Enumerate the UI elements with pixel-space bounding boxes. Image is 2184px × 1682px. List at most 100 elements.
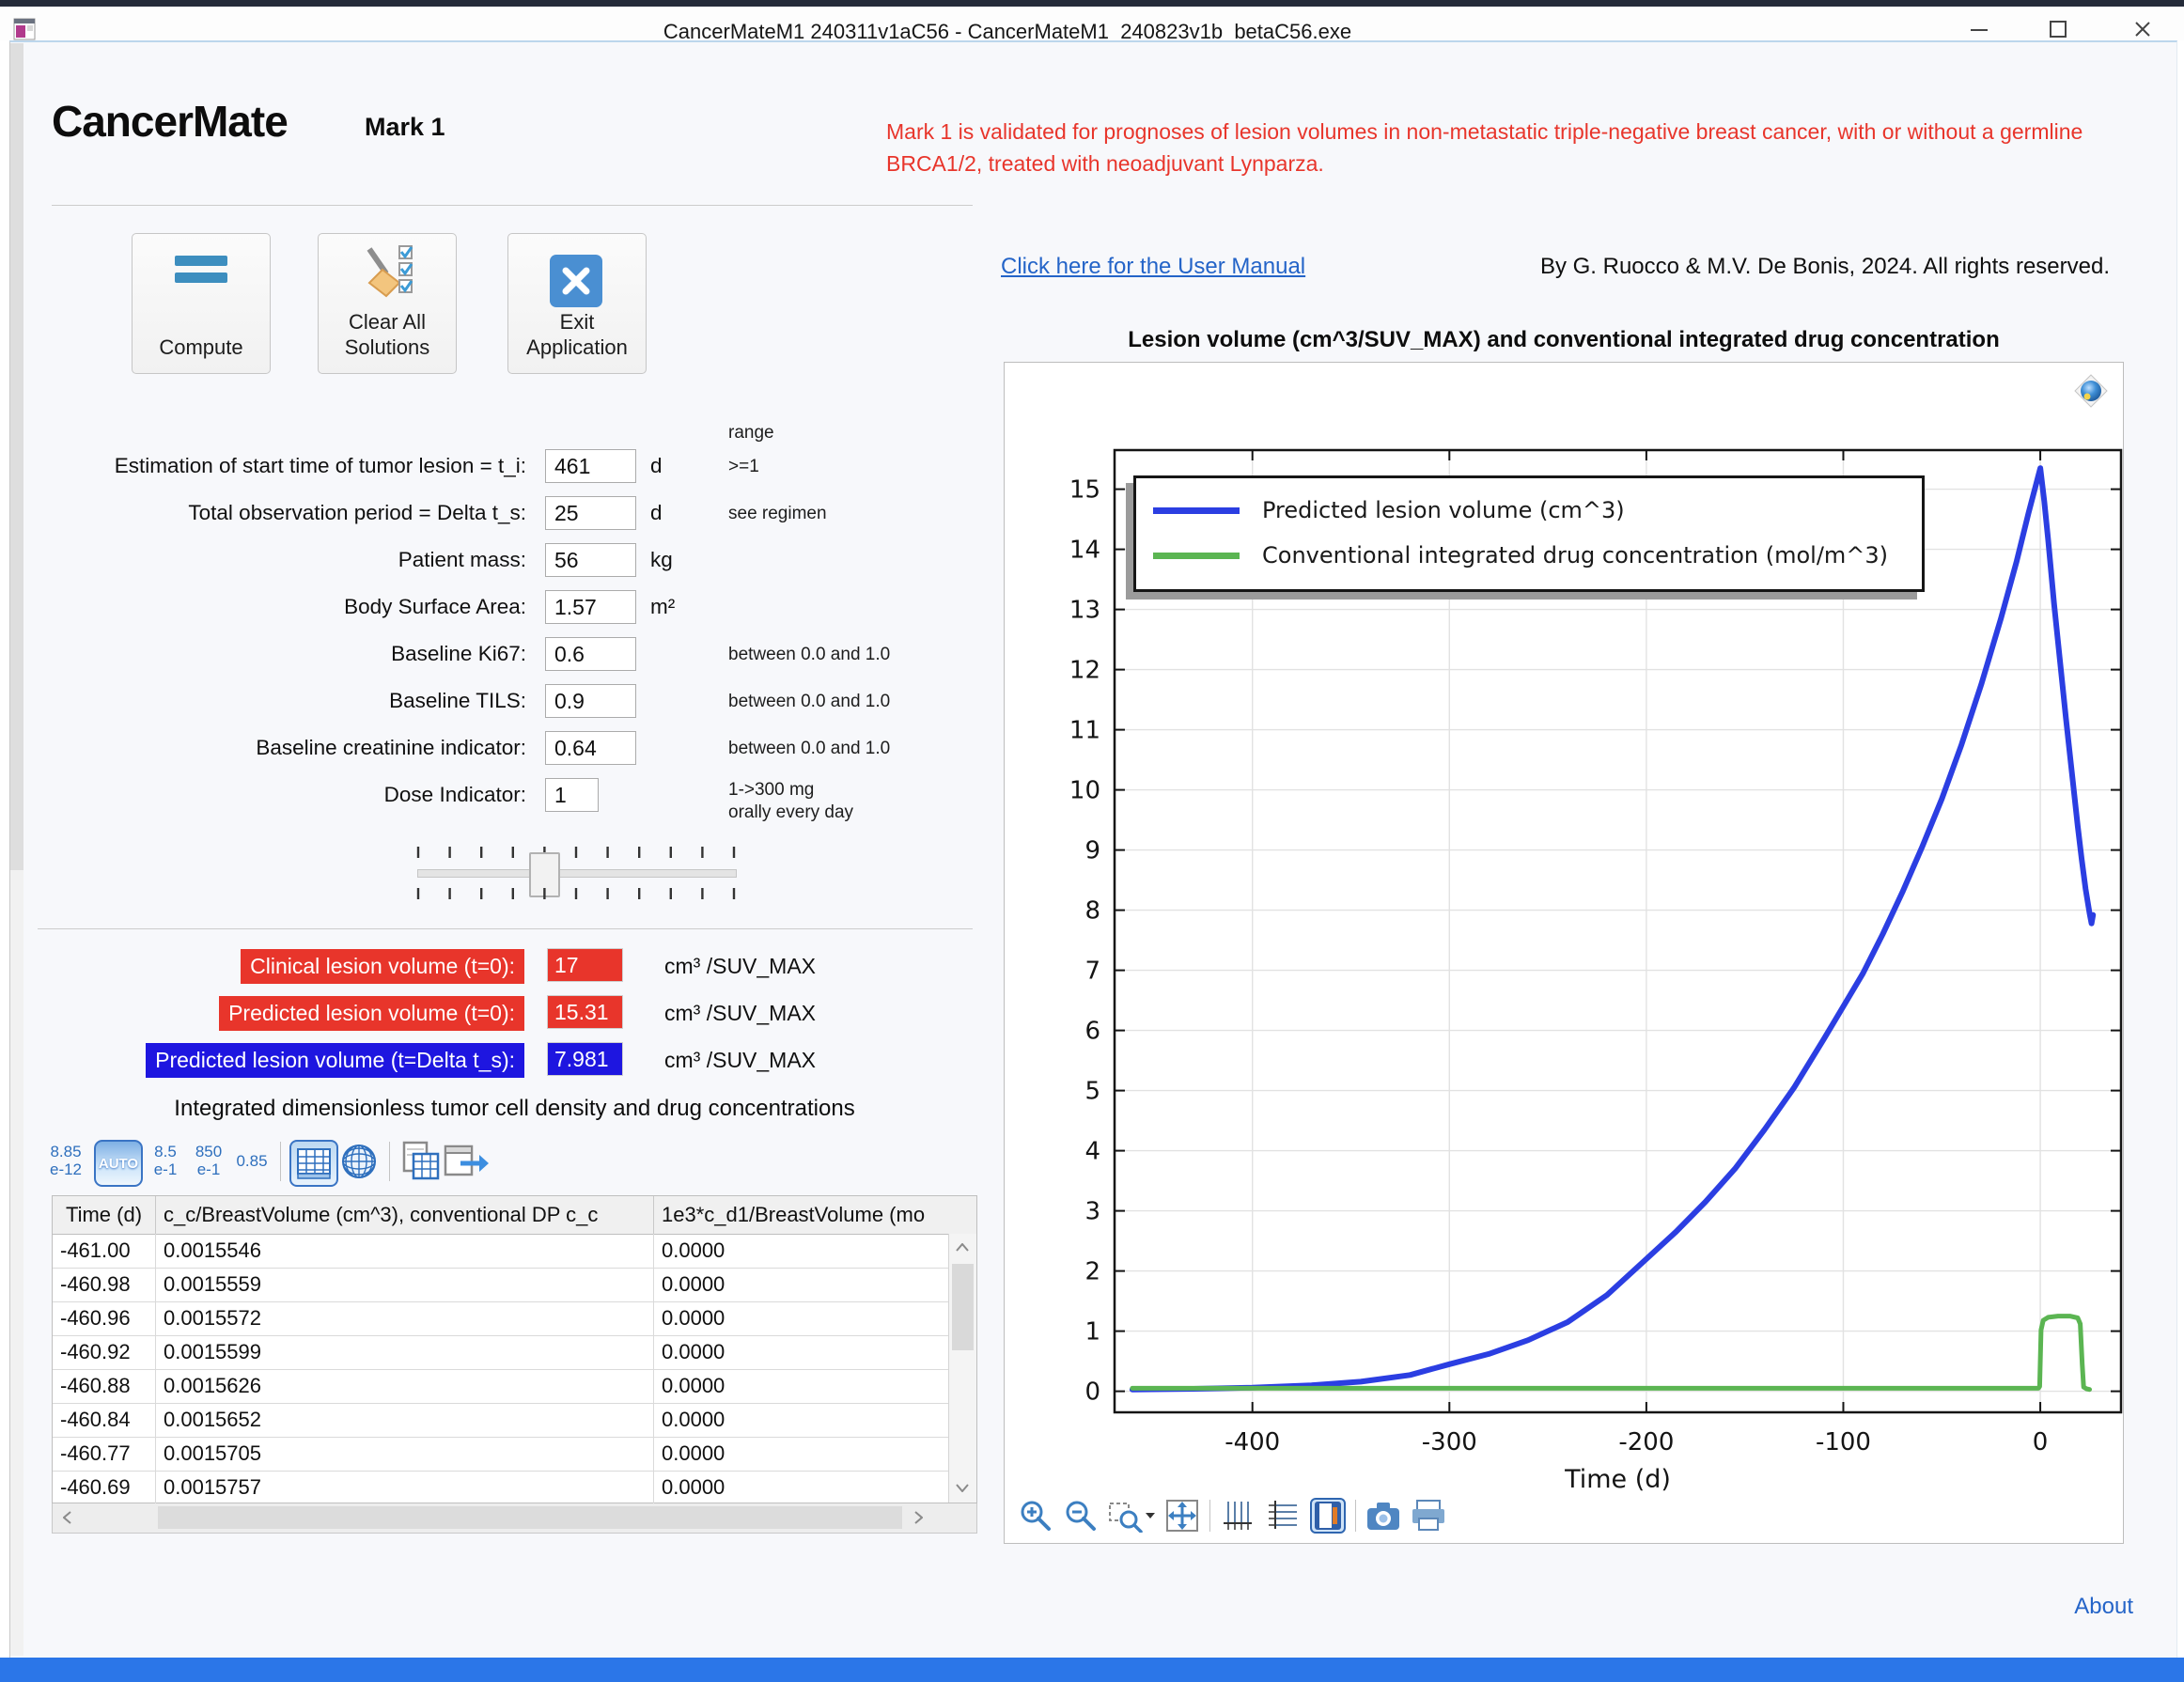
slider-track[interactable] — [417, 869, 737, 878]
toolbar-separator — [280, 1142, 281, 1181]
comsol-icon[interactable] — [2074, 374, 2108, 413]
camera-icon — [1365, 1499, 1401, 1533]
x-grid-icon — [1221, 1499, 1255, 1533]
svg-text:14: 14 — [1069, 537, 1100, 565]
window-scrollbar-thumb[interactable] — [10, 43, 23, 870]
validation-note: Mark 1 is validated for prognoses of les… — [886, 116, 2117, 179]
table-cell: 0.0015599 — [156, 1335, 654, 1369]
svg-text:6: 6 — [1084, 1018, 1100, 1046]
printer-icon — [1411, 1499, 1446, 1533]
precision-button-1[interactable]: 8.85 e-12 — [43, 1143, 88, 1178]
table-hscroll-thumb[interactable] — [158, 1506, 902, 1529]
col-header-time: Time (d) — [53, 1196, 156, 1234]
scroll-up-icon[interactable] — [949, 1236, 975, 1258]
table-cell: 0.0000 — [654, 1301, 948, 1335]
scroll-right-icon[interactable] — [906, 1505, 930, 1530]
x-square-icon — [508, 255, 646, 309]
window-scrollbar[interactable] — [10, 43, 23, 1656]
table-cell: 0.0015572 — [156, 1301, 654, 1335]
precision-button-3[interactable]: 850 e-1 — [186, 1143, 231, 1178]
compute-button[interactable]: Compute — [132, 233, 271, 374]
table-row: -460.84 0.0015652 0.0000 — [53, 1403, 948, 1438]
globe-icon — [340, 1143, 378, 1180]
table-header-row: Time (d) c_c/BreastVolume (cm^3), conven… — [53, 1196, 976, 1235]
about-link[interactable]: About — [2074, 1594, 2133, 1620]
bottom-edge-strip — [0, 1658, 2184, 1682]
clear-all-solutions-button[interactable]: Clear All Solutions — [318, 233, 457, 374]
fit-view-icon — [1165, 1499, 1199, 1533]
print-button[interactable] — [1411, 1498, 1446, 1534]
zoom-box-button[interactable] — [1108, 1498, 1155, 1534]
legend-label: Conventional integrated drug concentrati… — [1262, 542, 1888, 568]
copy-table-button[interactable] — [398, 1140, 444, 1183]
col-header-cc: c_c/BreastVolume (cm^3), conventional DP… — [156, 1196, 654, 1234]
table-row: -460.96 0.0015572 0.0000 — [53, 1301, 948, 1336]
exit-application-button[interactable]: Exit Application — [507, 233, 647, 374]
bsa-input[interactable]: 1.57 — [545, 590, 636, 624]
dose-input[interactable]: 1 — [545, 778, 599, 812]
svg-text:0: 0 — [1084, 1378, 1100, 1407]
caret-down-icon — [1146, 1513, 1155, 1518]
precision-button-2[interactable]: 8.5 e-1 — [143, 1143, 188, 1178]
fit-view-button[interactable] — [1164, 1498, 1200, 1534]
table-cell: 0.0015705 — [156, 1437, 654, 1471]
svg-text:0: 0 — [2033, 1428, 2049, 1456]
table-cell: -461.00 — [53, 1234, 156, 1268]
app-window: CancerMateM1 240311v1aC56 - CancerMateM1… — [0, 0, 2184, 1682]
top-edge-strip — [0, 0, 2184, 7]
table-row: -461.00 0.0015546 0.0000 — [53, 1234, 948, 1269]
ki67-range: between 0.0 and 1.0 — [728, 645, 890, 665]
table-horizontal-scrollbar[interactable] — [52, 1503, 977, 1534]
ki67-input[interactable]: 0.6 — [545, 637, 636, 671]
precision-top: 850 — [186, 1143, 231, 1160]
y-grid-button[interactable] — [1265, 1498, 1301, 1534]
predicted-volume-dts-unit: cm³ /SUV_MAX — [664, 1048, 816, 1073]
polar-view-button[interactable] — [336, 1140, 382, 1183]
creatinine-input[interactable]: 0.64 — [545, 731, 636, 765]
table-view-button[interactable] — [289, 1140, 338, 1187]
legend-entry: Conventional integrated drug concentrati… — [1153, 533, 1922, 578]
precision-top: 8.85 — [43, 1143, 88, 1160]
chart-title: Lesion volume (cm^3/SUV_MAX) and convent… — [1004, 327, 2124, 353]
compute-button-label: Compute — [136, 335, 266, 360]
zoom-out-button[interactable] — [1063, 1498, 1099, 1534]
clinical-volume-unit: cm³ /SUV_MAX — [664, 954, 816, 979]
plot-toggle-button[interactable] — [1310, 1498, 1346, 1534]
dose-range-line2: orally every day — [728, 802, 853, 823]
zoom-in-button[interactable] — [1018, 1498, 1053, 1534]
snapshot-button[interactable] — [1365, 1498, 1401, 1534]
start-time-input[interactable]: 461 — [545, 449, 636, 483]
observation-period-input[interactable]: 25 — [545, 496, 636, 530]
table-cell: -460.92 — [53, 1335, 156, 1369]
x-grid-button[interactable] — [1220, 1498, 1256, 1534]
legend-line-blue — [1153, 507, 1240, 514]
tils-input[interactable]: 0.9 — [545, 684, 636, 718]
svg-text:-300: -300 — [1422, 1428, 1477, 1456]
export-table-button[interactable] — [444, 1140, 489, 1183]
auto-precision-button[interactable]: AUTO — [94, 1140, 143, 1187]
app-name: CancerMate — [52, 96, 288, 147]
equals-icon — [133, 255, 270, 285]
title-bar: CancerMateM1 240311v1aC56 - CancerMateM1… — [0, 7, 2184, 40]
svg-text:5: 5 — [1084, 1078, 1100, 1106]
table-vscroll-thumb[interactable] — [952, 1264, 974, 1350]
predicted-volume-dts-label: Predicted lesion volume (t=Delta t_s): — [146, 1043, 524, 1078]
app-mark: Mark 1 — [365, 113, 445, 142]
svg-text:15: 15 — [1069, 476, 1100, 505]
patient-mass-unit: kg — [650, 548, 673, 572]
scroll-left-icon[interactable] — [55, 1505, 79, 1530]
table-cell: -460.96 — [53, 1301, 156, 1335]
user-manual-link[interactable]: Click here for the User Manual — [1001, 254, 1305, 280]
predicted-volume-t0-value: 15.31 — [548, 996, 622, 1028]
table-vertical-scrollbar[interactable] — [948, 1234, 976, 1503]
scroll-down-icon[interactable] — [949, 1476, 975, 1499]
patient-mass-input[interactable]: 56 — [545, 543, 636, 577]
precision-bottom: e-1 — [186, 1160, 231, 1178]
table-cell: -460.98 — [53, 1268, 156, 1301]
field-label-tils: Baseline TILS: — [38, 689, 526, 713]
integrated-section-title: Integrated dimensionless tumor cell dens… — [52, 1096, 977, 1122]
svg-text:11: 11 — [1069, 717, 1100, 745]
precision-button-4[interactable]: 0.85 — [229, 1152, 274, 1170]
svg-text:12: 12 — [1069, 657, 1100, 685]
table-row: -460.69 0.0015757 0.0000 — [53, 1471, 948, 1504]
